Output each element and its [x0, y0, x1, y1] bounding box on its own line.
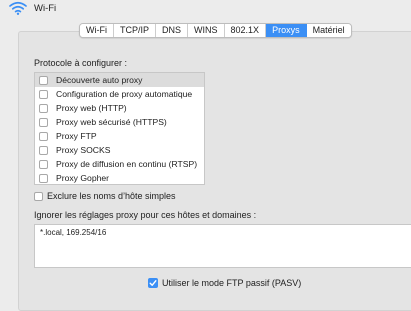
passive-ftp-option[interactable]: Utiliser le mode FTP passif (PASV) — [148, 278, 301, 288]
checkbox[interactable] — [39, 173, 48, 183]
tab-wifi[interactable]: Wi-Fi — [80, 24, 114, 37]
protocol-label: Proxy web sécurisé (HTTPS) — [56, 117, 167, 127]
protocol-item-rtsp[interactable]: Proxy de diffusion en continu (RTSP) — [35, 157, 204, 171]
protocol-label: Proxy Gopher — [56, 173, 110, 183]
protocol-label: Proxy SOCKS — [56, 145, 111, 155]
pasv-checkbox[interactable] — [148, 278, 158, 288]
tab-bar: Wi-Fi TCP/IP DNS WINS 802.1X Proxys Maté… — [79, 23, 352, 38]
window-title: Wi-Fi — [34, 3, 57, 14]
checkbox[interactable] — [39, 103, 48, 113]
protocol-item-ftp[interactable]: Proxy FTP — [35, 129, 204, 143]
checkbox[interactable] — [39, 131, 48, 141]
header: Wi-Fi — [0, 0, 411, 18]
tab-8021x[interactable]: 802.1X — [224, 24, 267, 37]
protocol-item-socks[interactable]: Proxy SOCKS — [35, 143, 204, 157]
tab-proxys[interactable]: Proxys — [266, 24, 307, 37]
tab-tcpip[interactable]: TCP/IP — [114, 24, 157, 37]
checkmark-icon — [149, 280, 157, 286]
tab-wins[interactable]: WINS — [188, 24, 225, 37]
protocol-item-http[interactable]: Proxy web (HTTP) — [35, 101, 204, 115]
exclude-simple-hostnames[interactable]: Exclure les noms d’hôte simples — [34, 191, 176, 201]
pasv-label: Utiliser le mode FTP passif (PASV) — [162, 278, 302, 288]
protocol-heading: Protocole à configurer : — [34, 58, 128, 68]
protocol-label: Découverte auto proxy — [56, 75, 143, 85]
protocol-label: Proxy FTP — [56, 131, 97, 141]
checkbox[interactable] — [39, 117, 48, 127]
protocol-item-auto-discovery[interactable]: Découverte auto proxy — [35, 73, 204, 87]
checkbox[interactable] — [39, 89, 48, 99]
bypass-hosts-field[interactable]: *.local, 169.254/16 — [34, 224, 411, 268]
protocol-list: Découverte auto proxy Configuration de p… — [34, 72, 205, 185]
protocol-item-auto-config[interactable]: Configuration de proxy automatique — [35, 87, 204, 101]
protocol-label: Proxy web (HTTP) — [56, 103, 127, 113]
checkbox[interactable] — [39, 159, 48, 169]
bypass-heading: Ignorer les réglages proxy pour ces hôte… — [34, 210, 257, 220]
tab-dns[interactable]: DNS — [156, 24, 189, 37]
protocol-label: Configuration de proxy automatique — [56, 89, 193, 99]
tab-materiel[interactable]: Matériel — [306, 24, 351, 37]
wifi-icon — [9, 1, 27, 15]
checkbox[interactable] — [39, 75, 48, 85]
exclude-label: Exclure les noms d’hôte simples — [47, 191, 176, 201]
protocol-item-https[interactable]: Proxy web sécurisé (HTTPS) — [35, 115, 204, 129]
checkbox[interactable] — [39, 145, 48, 155]
exclude-checkbox[interactable] — [34, 191, 43, 201]
protocol-label: Proxy de diffusion en continu (RTSP) — [56, 159, 198, 169]
protocol-item-gopher[interactable]: Proxy Gopher — [35, 171, 204, 185]
